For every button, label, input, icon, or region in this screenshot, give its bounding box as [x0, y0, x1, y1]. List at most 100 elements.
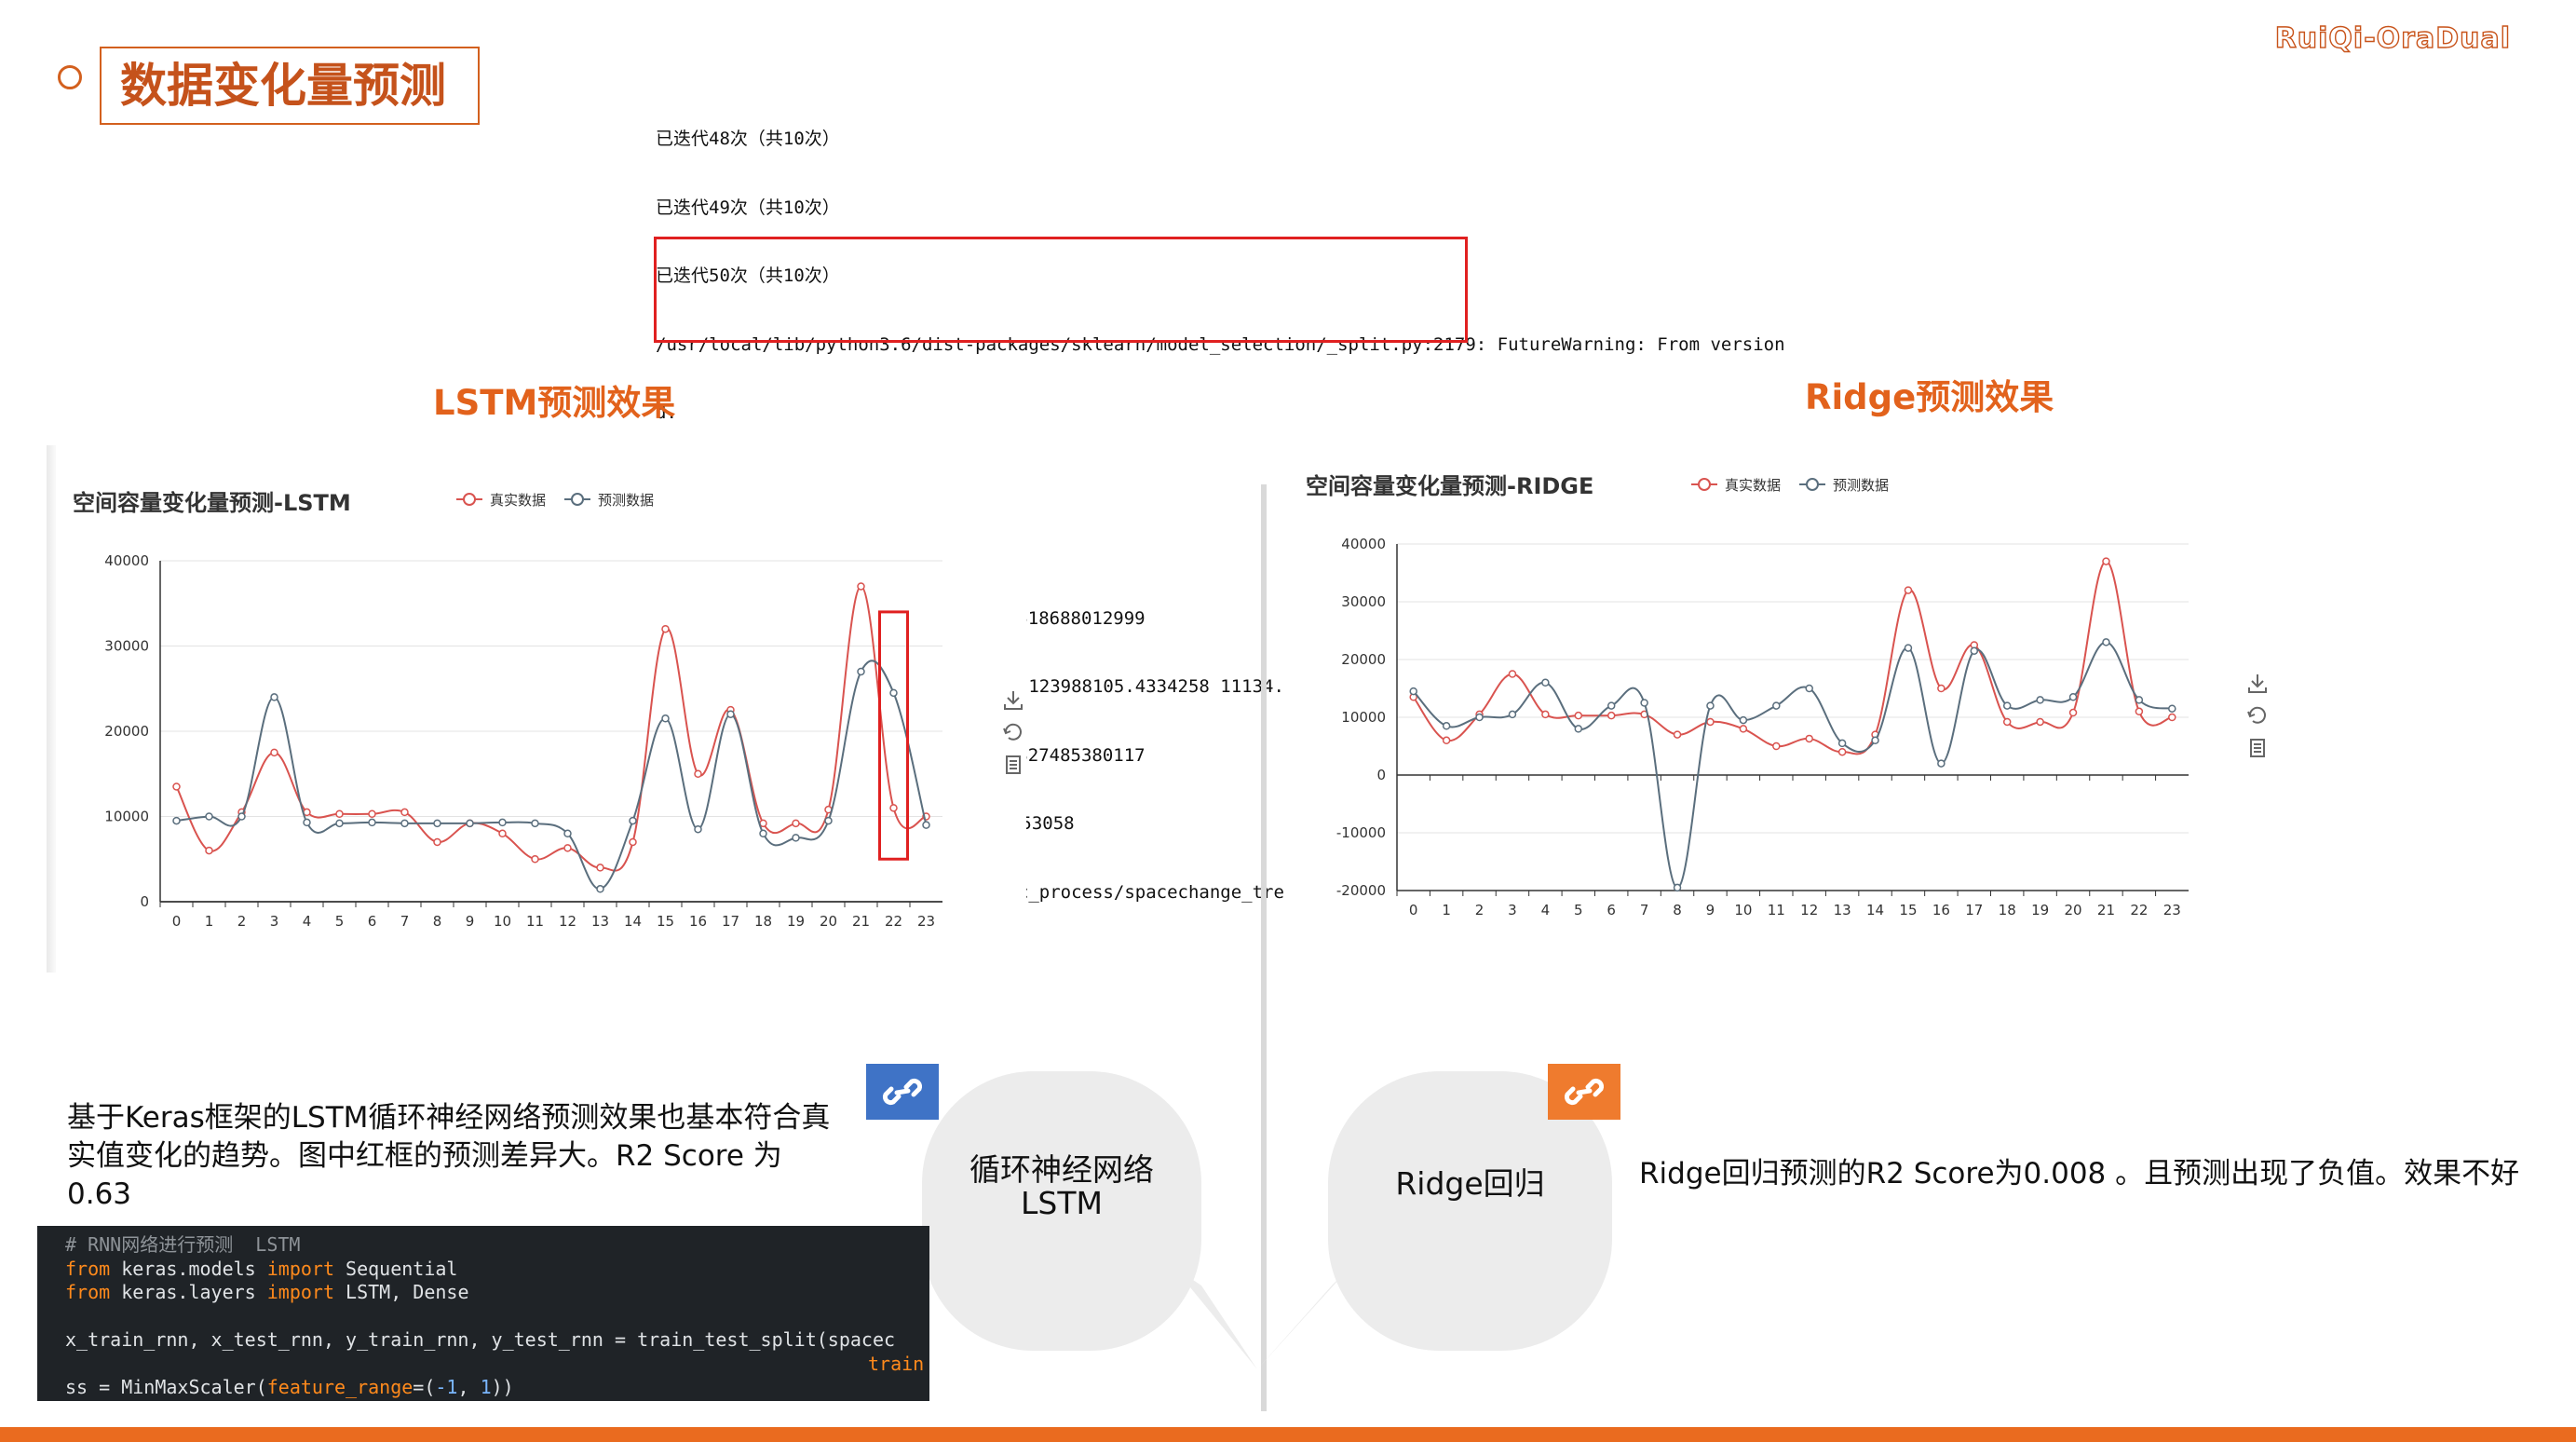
brand-logo: RuiQi-OraDual: [2274, 21, 2511, 55]
series-line: [175, 585, 927, 872]
x-tick-label: 1: [205, 913, 214, 930]
x-tick-label: 16: [689, 913, 707, 930]
data-point: [889, 688, 898, 698]
y-tick-label: 30000: [1341, 593, 1386, 610]
legend-marker-pred: [1806, 478, 1819, 491]
link-icon[interactable]: [866, 1064, 939, 1120]
data-point: [303, 818, 311, 827]
data-point: [1805, 684, 1813, 693]
legend-marker-real: [1698, 478, 1711, 491]
refresh-icon[interactable]: [2247, 706, 2266, 724]
bottom-accent-bar: [0, 1427, 2576, 1442]
x-tick-label: 2: [1475, 902, 1485, 918]
bubble-label-lstm: 循环神经网络 LSTM: [969, 1151, 1154, 1221]
series-line: [1412, 560, 2173, 755]
x-tick-label: 17: [722, 913, 739, 930]
x-tick-label: 16: [1932, 902, 1950, 918]
data-point: [1541, 678, 1550, 687]
x-tick-label: 9: [466, 913, 475, 930]
bullet-icon: [58, 65, 82, 89]
code-text: keras.models: [110, 1257, 267, 1280]
data-point: [2102, 638, 2110, 646]
data-point: [1409, 687, 1417, 696]
x-tick-label: 23: [2163, 902, 2181, 918]
legend-label[interactable]: 真实数据: [1725, 477, 1781, 494]
console-line: 已迭代49次（共10次）: [656, 197, 840, 218]
data-point: [1541, 710, 1550, 719]
data-point: [596, 864, 604, 872]
data-point: [2168, 704, 2176, 713]
link-icon[interactable]: [1548, 1064, 1620, 1120]
x-tick-label: 23: [917, 913, 935, 930]
data-point: [1739, 725, 1748, 733]
legend-label[interactable]: 预测数据: [598, 492, 654, 509]
x-tick-label: 5: [1574, 902, 1583, 918]
data-view-icon[interactable]: [1006, 755, 1021, 774]
data-point: [922, 821, 930, 829]
x-tick-label: 4: [1541, 902, 1551, 918]
code-keyword: from: [65, 1281, 111, 1303]
code-text: LSTM, Dense: [334, 1281, 469, 1303]
data-point: [857, 667, 865, 676]
data-point: [1706, 717, 1715, 727]
code-text: ss = MinMaxScaler(: [65, 1376, 267, 1398]
ridge-chart: 空间容量变化量预测-RIDGE 真实数据 预测数据 -20000 -10000 0 1…: [1306, 473, 2189, 918]
x-tick-label: 21: [852, 913, 870, 930]
refresh-icon[interactable]: [1003, 723, 1022, 741]
lstm-chart: 空间容量变化量预测-LSTM 真实数据 预测数据 0 10000 20000 3000…: [73, 490, 942, 930]
x-tick-label: 11: [526, 913, 544, 930]
x-tick-label: 2: [237, 913, 247, 930]
data-point: [563, 829, 572, 838]
legend-label[interactable]: 预测数据: [1833, 477, 1889, 494]
data-point: [2002, 701, 2012, 710]
download-icon[interactable]: [2248, 674, 2267, 693]
toolbox-svg: [2247, 674, 2267, 757]
data-point: [466, 819, 474, 828]
data-point: [563, 844, 572, 852]
data-point: [661, 624, 670, 633]
data-point: [824, 816, 833, 825]
data-point: [205, 812, 213, 821]
data-point: [1904, 644, 1913, 652]
data-point: [1837, 747, 1847, 756]
x-tick-label: 20: [820, 913, 837, 930]
console-line: d.: [656, 402, 677, 423]
data-point: [1574, 711, 1583, 720]
x-tick-label: 10: [494, 913, 511, 930]
data-point: [2135, 696, 2144, 704]
data-point: [1706, 701, 1715, 710]
x-tick-label: 19: [2031, 902, 2049, 918]
data-point: [1739, 715, 1748, 725]
data-point: [629, 837, 637, 847]
ridge-chart-panel: 空间容量变化量预测-RIDGE 真实数据 预测数据 -20000 -10000 0 1…: [1285, 445, 2217, 948]
data-point: [1837, 739, 1847, 748]
x-tick-label: 10: [1734, 902, 1752, 918]
data-point: [792, 834, 800, 842]
data-point: [1442, 722, 1451, 730]
data-point: [270, 693, 278, 701]
code-number: 1: [480, 1376, 492, 1398]
code-text: ,: [457, 1376, 481, 1398]
y-tick-label: -10000: [1336, 824, 1386, 841]
lstm-chart-panel: 空间容量变化量预测-LSTM 真实数据 预测数据 0 10000 20000 3000…: [58, 445, 1026, 967]
x-tick-label: 7: [1640, 902, 1649, 918]
data-point: [629, 816, 637, 825]
code-param: feature_range: [266, 1376, 414, 1398]
chart-title: 空间容量变化量预测-LSTM: [73, 490, 351, 516]
data-point: [759, 829, 767, 838]
legend-marker-real: [463, 493, 476, 506]
x-tick-label: 7: [400, 913, 410, 930]
download-icon[interactable]: [1004, 691, 1023, 710]
ridge-description: Ridge回归预测的R2 Score为0.008 。且预测出现了负值。效果不好: [1639, 1157, 2520, 1190]
data-point: [1607, 701, 1616, 710]
data-view-icon[interactable]: [2250, 739, 2265, 757]
legend-label[interactable]: 真实数据: [490, 492, 546, 509]
lstm-section-title: LSTM预测效果: [433, 383, 676, 423]
code-line: train: [868, 1352, 925, 1375]
ridge-section-title: Ridge预测效果: [1805, 377, 2054, 417]
data-point: [400, 819, 409, 828]
highlight-box: [654, 237, 1468, 343]
data-point: [1871, 736, 1879, 745]
code-keyword: import: [266, 1257, 334, 1280]
lstm-description: 基于Keras框架的LSTM循环神经网络预测效果也基本符合真实值变化的趋势。图中…: [67, 1101, 831, 1211]
